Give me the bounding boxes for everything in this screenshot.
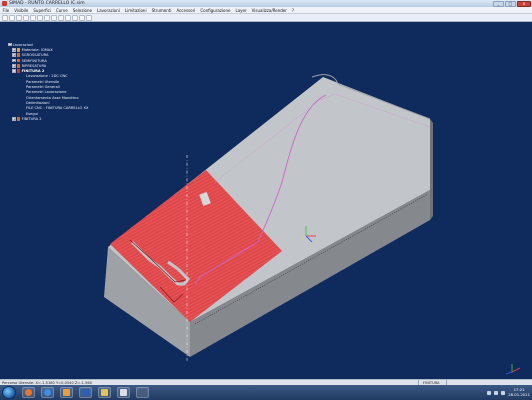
menu-superfici[interactable]: Superfici [31,8,54,13]
redo-icon[interactable] [37,14,43,21]
tree-subitem-label: Orientamento Asse Mandrino [26,95,79,100]
menu-visualizza-render[interactable]: Visualizza/Render [249,8,289,13]
media-icon [63,389,70,396]
taskbar: 17:21 28.01.2011 [0,385,532,400]
expander-icon[interactable]: + [12,53,16,58]
expander-icon[interactable]: + [12,48,16,52]
operations-tree: - Lavorazioni + Materiale: IOMAX + SGROS… [8,42,88,121]
tree-subitem-label: FILE CNC : FINITURA CARRELLO XX [26,106,89,111]
tree-item[interactable]: + FINITURA 2 [8,116,88,121]
tree-subitem-label: Parametri Lavorazione [26,90,67,95]
menu-selezione[interactable]: Selezione [70,8,94,13]
menu-help[interactable]: ? [289,8,296,13]
expander-icon[interactable]: - [12,69,16,73]
tree-item-label: FINITURA 2 [21,69,45,74]
status-operation: FINITURA [423,380,440,385]
taskbar-cad[interactable] [136,387,149,398]
tree-item-label: RIPRESATURA [21,63,47,68]
menu-file[interactable]: File [0,8,12,13]
3d-viewport[interactable]: Z - Lavorazioni + Materiale: IOMAX + SGR… [0,22,532,379]
firefox-icon [25,389,32,396]
pan-icon[interactable] [58,14,64,21]
new-icon[interactable] [2,14,8,21]
maximize-button[interactable]: □ [505,0,516,7]
taskbar-explorer[interactable] [41,387,54,398]
expander-icon[interactable]: - [8,42,12,47]
clock[interactable]: 17:21 28.01.2011 [508,387,530,397]
expander-icon[interactable]: + [12,117,16,121]
tree-subitem-label: Parametri Utensile [26,79,60,84]
system-tray: 17:21 28.01.2011 [487,386,530,399]
minimize-button[interactable]: _ [493,0,504,7]
clock-date: 28.01.2011 [508,391,530,397]
zoom-icon[interactable] [44,14,50,21]
taskbar-simad[interactable] [117,387,130,398]
window-controls: _ □ x [493,0,531,7]
menu-strumenti[interactable]: Strumenti [149,8,174,13]
menu-accessori[interactable]: Accessori [174,8,198,13]
taskbar-word[interactable] [79,387,92,398]
shaded-icon[interactable] [79,14,85,21]
rotate-icon[interactable] [51,14,57,21]
title-bar: SIMAD - RUNTO CARRELLO IC.sim _ □ x [0,0,532,7]
taskbar-media[interactable] [60,387,73,398]
menu-lavorazioni[interactable]: Lavorazioni [95,8,123,13]
volume-icon[interactable] [494,390,499,395]
menu-limitazioni[interactable]: Limitazioni [122,8,149,13]
explorer-icon [44,389,51,396]
fit-icon[interactable] [65,14,71,21]
undo-icon[interactable] [30,14,36,21]
network-icon[interactable] [487,390,492,395]
folder-icon [101,389,108,396]
flag-icon[interactable] [501,390,506,395]
tree-item-label: Materiale: IOMAX [21,47,53,52]
save-icon[interactable] [16,14,22,21]
tree-item-label: FINITURA 2 [21,116,42,121]
cad-icon [139,389,146,396]
start-button[interactable] [2,386,16,399]
toolbar [0,14,532,22]
open-icon[interactable] [9,14,15,21]
tree-item-label: SGROSSATURA [21,53,49,58]
tree-root-label: Lavorazioni [12,42,34,47]
tree-subitem-label: Lavorazione : 2DC CNC [26,74,68,79]
expander-icon[interactable]: + [12,64,16,68]
menu-bar: File Visibile Superfici Curve Selezione … [0,7,532,14]
tree-subitem-label: Delimitazioni [26,100,50,105]
settings-icon[interactable] [86,14,92,21]
wireframe-icon[interactable] [72,14,78,21]
taskbar-firefox[interactable] [22,387,35,398]
word-icon [82,389,89,396]
view-triad-icon[interactable] [505,364,521,375]
menu-configurazione[interactable]: Configurazione [198,8,233,13]
tree-subitem-label: Esegui [26,111,38,116]
material-icon [16,48,21,52]
operation-icon [16,64,21,68]
menu-layer[interactable]: Layer [233,8,249,13]
tree-item-label: SEMIFINITURA [21,58,47,63]
tree-subitem-label: Parametri Generali [26,85,60,90]
operation-icon [16,53,21,57]
status-coordinates: Percorso Utensile: X=-1.5180 Y=0.0540 Z=… [2,380,92,385]
window-title: SIMAD - RUNTO CARRELLO IC.sim [9,1,85,6]
close-button[interactable]: x [517,0,531,7]
block-right-face [430,119,433,220]
expander-icon[interactable]: + [12,58,16,63]
menu-visibile[interactable]: Visibile [12,8,31,13]
menu-curve[interactable]: Curve [53,8,70,13]
operation-icon [16,117,21,121]
print-icon[interactable] [23,14,29,21]
taskbar-folder[interactable] [98,387,111,398]
app-icon [2,1,7,6]
operation-icon [16,58,21,63]
svg-text:Z: Z [301,236,304,241]
operation-icon [16,69,21,73]
simad-icon [120,389,127,396]
